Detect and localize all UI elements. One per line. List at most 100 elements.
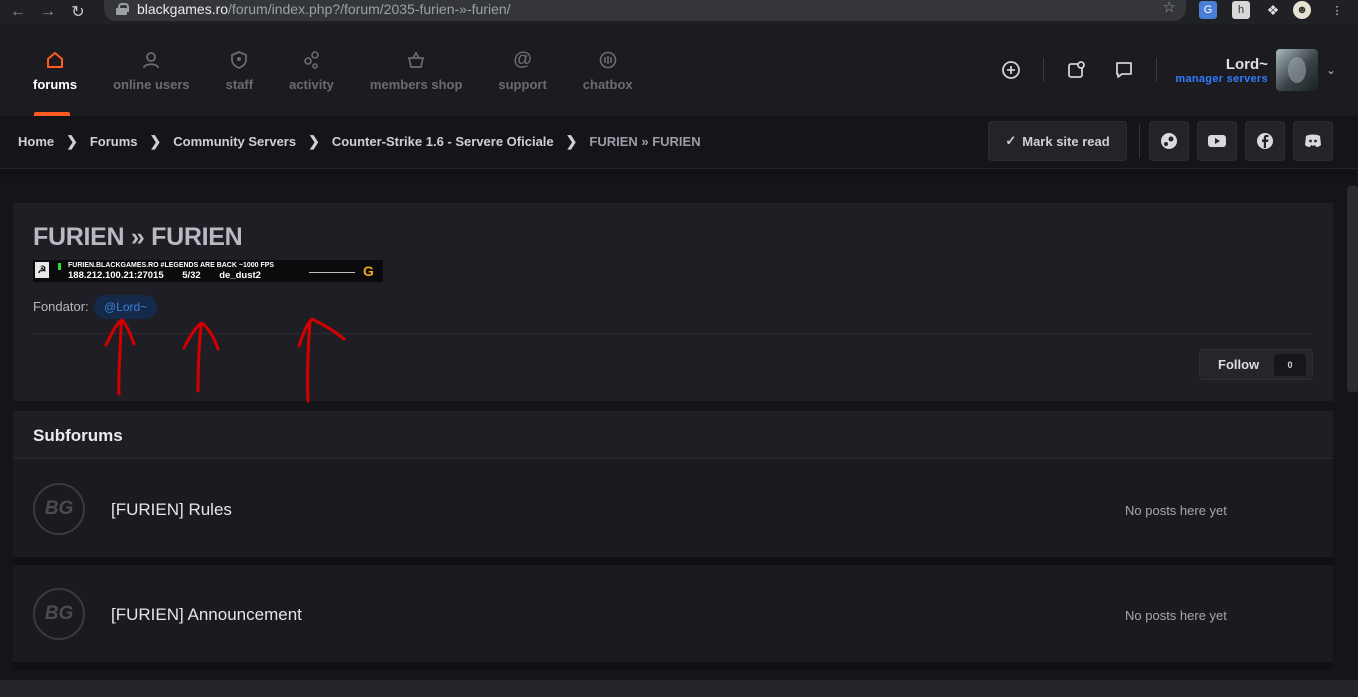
divider xyxy=(1043,58,1045,82)
counter-strike-icon: ☭ xyxy=(35,262,49,278)
nav-label: members shop xyxy=(369,76,463,92)
divider xyxy=(33,333,1313,334)
chevron-down-icon[interactable]: ⌄ xyxy=(1326,63,1336,77)
breadcrumb: Home ❯ Forums ❯ Community Servers ❯ Coun… xyxy=(18,128,701,154)
follow-button[interactable]: Follow 0 xyxy=(1199,349,1313,380)
player-graph xyxy=(309,272,355,273)
translate-extension-icon[interactable]: G xyxy=(1199,1,1217,19)
discord-button[interactable] xyxy=(1293,121,1333,161)
discord-icon xyxy=(1305,134,1321,147)
header-user-area: Lord~ manager servers ⌄ xyxy=(987,24,1336,116)
active-indicator xyxy=(34,112,70,116)
puzzle-icon[interactable]: ❖ xyxy=(1264,1,1282,19)
breadcrumb-cs16[interactable]: Counter-Strike 1.6 - Servere Oficiale xyxy=(332,134,554,149)
profile-avatar-icon[interactable]: ☻ xyxy=(1293,1,1311,19)
bookmark-star-icon[interactable]: ☆ xyxy=(1163,0,1176,16)
nav-label: activity xyxy=(289,76,334,92)
subforums-title: Subforums xyxy=(33,426,123,445)
breadcrumb-home[interactable]: Home xyxy=(18,134,54,149)
lock-icon xyxy=(116,3,129,15)
chat-waves-icon xyxy=(597,49,619,71)
row-gap xyxy=(13,662,1333,670)
row-gap xyxy=(13,557,1333,565)
nav-label: forums xyxy=(33,76,78,92)
steam-button[interactable] xyxy=(1149,121,1189,161)
nav-forums[interactable]: forums xyxy=(15,24,95,116)
page-bottom xyxy=(0,680,1358,697)
page-title: FURIEN » FURIEN xyxy=(33,223,243,251)
mark-read-label: Mark site read xyxy=(1022,133,1110,149)
server-address: 188.212.100.21:27015 xyxy=(68,270,164,281)
chevron-right-icon: ❯ xyxy=(308,132,320,149)
subforum-status: No posts here yet xyxy=(1125,503,1227,518)
online-indicator xyxy=(58,263,61,270)
subforum-row[interactable]: BG [FURIEN] Announcement No posts here y… xyxy=(13,565,1333,662)
mark-site-read-button[interactable]: ✓ Mark site read xyxy=(988,121,1127,161)
founder-label: Fondator: xyxy=(33,299,89,314)
youtube-icon xyxy=(1208,135,1226,147)
nav-activity[interactable]: activity xyxy=(271,24,352,116)
server-players: 5/32 xyxy=(182,270,201,281)
forum-header: FURIEN » FURIEN ☭ FURIEN.BLACKGAMES.RO #… xyxy=(13,203,1333,401)
checkmark-icon: ✓ xyxy=(1005,133,1017,148)
site-header: forums online users staff activity membe… xyxy=(0,24,1358,116)
browser-toolbar: ← → ↻ blackgames.ro/forum/index.php?/for… xyxy=(0,0,1358,24)
nav-members-shop[interactable]: members shop xyxy=(352,24,480,116)
bg-logo-icon: BG xyxy=(33,588,85,640)
nav-chatbox[interactable]: chatbox xyxy=(565,24,651,116)
divider xyxy=(1139,124,1140,158)
chevron-right-icon: ❯ xyxy=(66,132,78,149)
reload-icon[interactable]: ↻ xyxy=(66,2,90,22)
forward-icon[interactable]: → xyxy=(36,2,60,22)
back-icon[interactable]: ← xyxy=(6,2,30,22)
basket-icon xyxy=(405,49,427,71)
menu-dots-icon[interactable]: ⋮ xyxy=(1328,1,1346,19)
server-name: FURIEN.BLACKGAMES.RO #LEGENDS ARE BACK ~… xyxy=(68,262,275,269)
user-role: manager servers xyxy=(1175,72,1268,85)
nav-label: staff xyxy=(225,76,254,92)
server-status-banner[interactable]: ☭ FURIEN.BLACKGAMES.RO #LEGENDS ARE BACK… xyxy=(33,260,383,282)
url-path: /forum/index.php?/forum/2035-furien-»-fu… xyxy=(228,1,511,17)
nav-label: chatbox xyxy=(582,76,633,92)
nav-staff[interactable]: staff xyxy=(208,24,271,116)
create-plus-icon[interactable] xyxy=(994,53,1028,87)
subforum-title-link[interactable]: [FURIEN] Rules xyxy=(111,500,232,520)
subforum-row[interactable]: BG [FURIEN] Rules No posts here yet xyxy=(13,460,1333,557)
nav-label: support xyxy=(498,76,547,92)
url-host: blackgames.ro xyxy=(137,1,229,17)
breadcrumb-community-servers[interactable]: Community Servers xyxy=(173,134,296,149)
activity-icon xyxy=(301,49,323,71)
divider xyxy=(1156,58,1158,82)
follower-count: 0 xyxy=(1274,354,1306,376)
server-map: de_dust2 xyxy=(219,270,261,281)
address-bar[interactable]: blackgames.ro/forum/index.php?/forum/203… xyxy=(104,0,1186,21)
avatar[interactable] xyxy=(1275,49,1318,91)
shield-icon xyxy=(228,49,250,71)
notifications-icon[interactable] xyxy=(1059,53,1093,87)
follow-label: Follow xyxy=(1218,357,1260,372)
youtube-button[interactable] xyxy=(1197,121,1237,161)
bg-logo-icon: BG xyxy=(33,483,85,535)
chevron-right-icon: ❯ xyxy=(149,132,162,149)
extension-icon[interactable]: h xyxy=(1232,1,1250,19)
home-icon xyxy=(44,49,66,71)
user-info[interactable]: Lord~ manager servers xyxy=(1175,56,1268,85)
subforum-status: No posts here yet xyxy=(1125,608,1227,623)
messages-icon[interactable] xyxy=(1107,53,1141,87)
breadcrumb-current: FURIEN » FURIEN xyxy=(589,133,701,149)
username: Lord~ xyxy=(1225,55,1268,73)
facebook-button[interactable] xyxy=(1245,121,1285,161)
steam-icon xyxy=(1161,133,1177,149)
gametracker-logo-icon: G xyxy=(363,263,374,279)
nav-online-users[interactable]: online users xyxy=(95,24,208,116)
chevron-right-icon: ❯ xyxy=(565,132,578,149)
breadcrumb-forums[interactable]: Forums xyxy=(90,134,138,149)
separator-strip xyxy=(0,169,1358,177)
founder-mention-link[interactable]: @Lord~ xyxy=(94,295,158,319)
nav-support[interactable]: @ support xyxy=(480,24,564,116)
server-details: 188.212.100.21:27015 5/32 de_dust2 xyxy=(68,270,261,281)
main-nav: forums online users staff activity membe… xyxy=(15,24,651,116)
scrollbar-thumb[interactable] xyxy=(1347,186,1358,392)
subforum-title-link[interactable]: [FURIEN] Announcement xyxy=(111,605,302,625)
facebook-icon xyxy=(1257,133,1273,149)
